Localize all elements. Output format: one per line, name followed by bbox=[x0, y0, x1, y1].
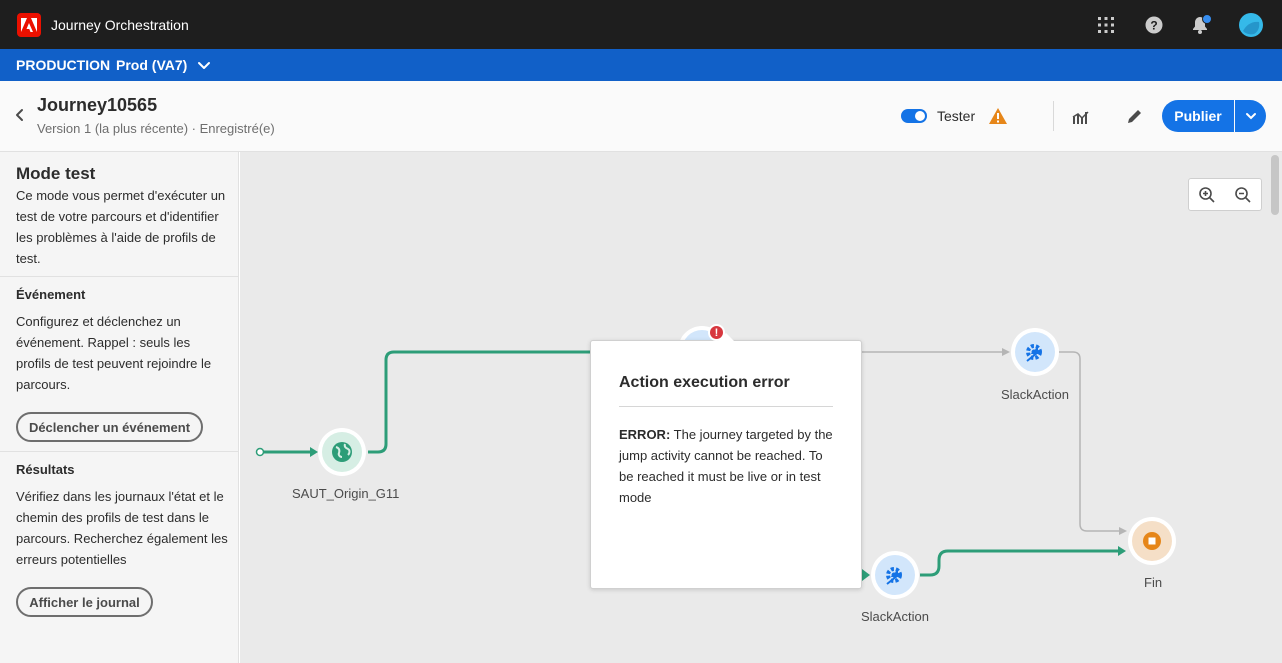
path-line bbox=[368, 350, 590, 454]
canvas-scrollbar[interactable] bbox=[1271, 155, 1279, 215]
action-gear-icon bbox=[1015, 332, 1055, 372]
notifications-bell-icon[interactable] bbox=[1189, 13, 1213, 37]
journey-title: Journey10565 bbox=[37, 95, 158, 115]
node-label: Fin bbox=[1144, 575, 1163, 590]
error-prefix: ERROR: bbox=[619, 427, 671, 442]
user-avatar[interactable] bbox=[1238, 12, 1264, 38]
app-title: Journey Orchestration bbox=[51, 17, 189, 33]
arrow-head bbox=[862, 569, 870, 581]
results-section-title: Résultats bbox=[16, 462, 75, 477]
arrow-head bbox=[1002, 348, 1010, 356]
arrow-head bbox=[1119, 527, 1127, 535]
globe-icon bbox=[322, 432, 362, 472]
zoom-in-icon[interactable] bbox=[1198, 186, 1216, 204]
environment-label: PRODUCTION bbox=[16, 57, 111, 73]
node-label: SlackAction bbox=[1001, 387, 1069, 402]
header-divider bbox=[1053, 101, 1054, 131]
slack-action-node[interactable] bbox=[871, 551, 919, 599]
popover-body: ERROR: The journey targeted by the jump … bbox=[619, 424, 835, 508]
node-label: SAUT_Origin_G11 bbox=[292, 486, 400, 501]
arrow-head bbox=[1118, 546, 1126, 556]
journey-header: Journey10565 Version 1 (la plus récente)… bbox=[0, 81, 1282, 152]
environment-bar: PRODUCTION Prod (VA7) bbox=[0, 49, 1282, 81]
end-node[interactable] bbox=[1128, 517, 1176, 565]
mode-title: Mode test bbox=[16, 164, 96, 183]
event-section-title: Événement bbox=[16, 287, 86, 302]
chevron-down-icon bbox=[1245, 113, 1256, 120]
node-label: SlackAction bbox=[861, 609, 929, 624]
trigger-event-button[interactable]: Déclencher un événement bbox=[16, 412, 203, 442]
event-description: Configurez et déclenchez un événement. R… bbox=[16, 314, 212, 392]
results-description: Vérifiez dans les journaux l'état et le … bbox=[16, 489, 228, 567]
popover-divider bbox=[619, 406, 833, 407]
toggle-knob bbox=[915, 111, 925, 121]
chevron-down-icon[interactable] bbox=[196, 57, 212, 73]
back-arrow-icon[interactable] bbox=[12, 107, 28, 123]
warning-icon[interactable] bbox=[988, 107, 1008, 125]
show-log-button[interactable]: Afficher le journal bbox=[16, 587, 153, 617]
path-line bbox=[920, 549, 1120, 577]
start-dot bbox=[255, 447, 265, 457]
test-mode-toggle[interactable] bbox=[901, 109, 927, 123]
stop-icon bbox=[1132, 521, 1172, 561]
sandbox-selector[interactable]: Prod (VA7) bbox=[116, 57, 187, 73]
help-icon[interactable]: ? bbox=[1142, 13, 1166, 37]
path-line bbox=[1059, 351, 1122, 532]
jump-node[interactable] bbox=[318, 428, 366, 476]
mode-description: Ce mode vous permet d'exécuter un test d… bbox=[16, 188, 226, 266]
top-bar: Journey Orchestration ? bbox=[0, 0, 1282, 49]
publish-button[interactable]: Publier bbox=[1162, 100, 1234, 132]
edit-pencil-icon[interactable] bbox=[1125, 108, 1143, 126]
test-mode-label: Tester bbox=[937, 108, 976, 124]
action-gear-icon bbox=[875, 555, 915, 595]
svg-text:?: ? bbox=[1150, 19, 1157, 33]
arrow-head bbox=[310, 447, 318, 457]
zoom-controls bbox=[1188, 178, 1262, 211]
error-popover: Action execution error ERROR: The journe… bbox=[590, 340, 862, 589]
panel-divider bbox=[0, 276, 239, 277]
adobe-logo-icon[interactable] bbox=[17, 13, 41, 37]
publish-dropdown-button[interactable] bbox=[1235, 100, 1266, 132]
zoom-out-icon[interactable] bbox=[1234, 186, 1252, 204]
test-mode-panel: Mode test Ce mode vous permet d'exécuter… bbox=[0, 152, 239, 663]
report-chart-icon[interactable] bbox=[1072, 108, 1090, 126]
popover-title: Action execution error bbox=[619, 374, 790, 391]
journey-version: Version 1 (la plus récente) · Enregistré… bbox=[37, 121, 275, 136]
panel-divider bbox=[0, 451, 239, 452]
apps-grid-icon[interactable] bbox=[1094, 13, 1118, 37]
error-badge-icon[interactable]: ! bbox=[708, 324, 725, 341]
slack-action-node[interactable] bbox=[1011, 328, 1059, 376]
